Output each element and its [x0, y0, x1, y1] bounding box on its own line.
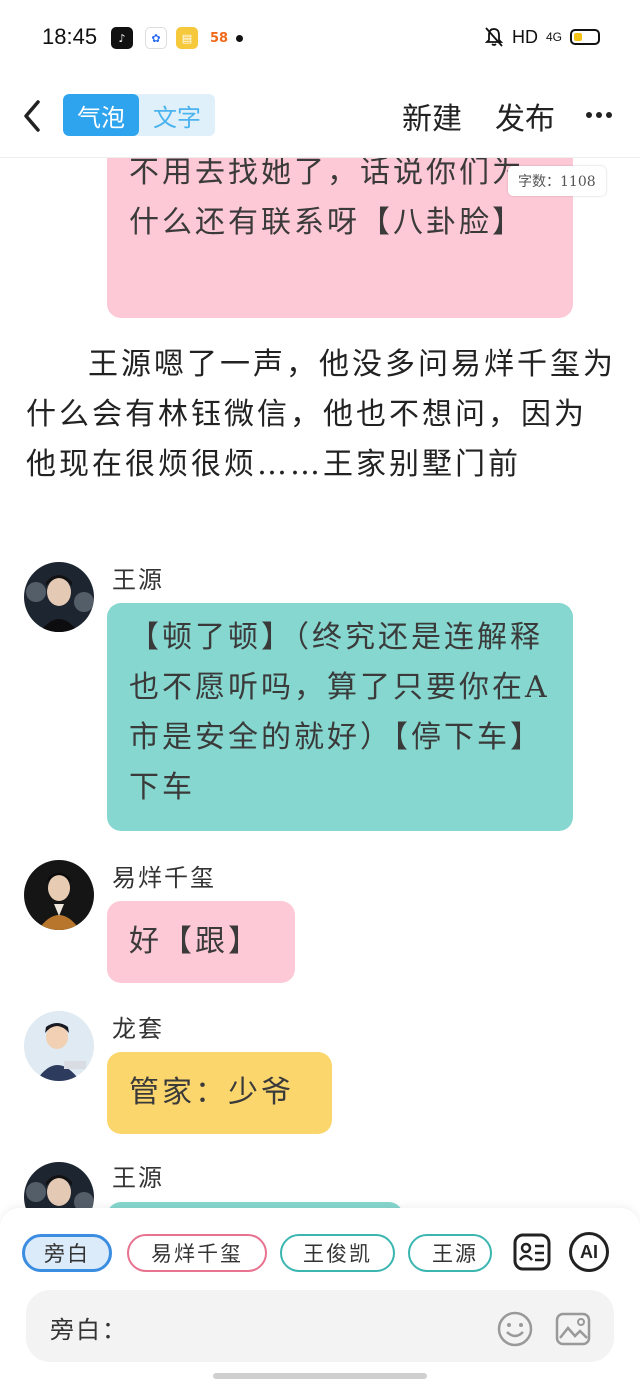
speaker-name: 王源 — [112, 566, 164, 594]
avatar-image — [24, 1011, 94, 1081]
image-icon[interactable] — [554, 1310, 592, 1348]
input-prefix: 旁白： — [50, 1316, 128, 1344]
message-text: 好【跟】 — [129, 924, 261, 959]
message-bubble-top[interactable]: 不用去找她了，话说你们为什么还有联系呀【八卦脸】 — [107, 158, 573, 318]
message-text: 不用去找她了，话说你们为什么还有联系呀【八卦脸】 — [129, 158, 525, 240]
message-text: 【顿了顿】（终究还是连解释也不愿听吗，算了只要你在A市是安全的就好）【停下车】下… — [129, 620, 550, 805]
avatar-wangyuan[interactable] — [24, 562, 94, 632]
character-chip-yiyangqianxi[interactable]: 易烊千玺 — [127, 1234, 267, 1272]
status-bar: 18:45 ♪ ✿ ▤ 58 HD 4G — [0, 0, 640, 78]
character-chip-narrator[interactable]: 旁白 — [22, 1234, 112, 1272]
network-label: HD — [511, 26, 538, 47]
notification-dot — [236, 35, 243, 42]
speaker-name: 易烊千玺 — [112, 864, 216, 892]
character-chip-wangyuan[interactable]: 王源 — [408, 1234, 492, 1272]
battery-icon — [570, 29, 600, 45]
status-right: HD 4G — [484, 26, 600, 48]
app-58-icon: 58 — [206, 27, 232, 49]
battery-level — [574, 33, 582, 41]
avatar-longtao[interactable] — [24, 1011, 94, 1081]
mode-bubble-tab[interactable]: 气泡 — [63, 94, 139, 136]
new-button[interactable]: 新建 — [402, 94, 462, 138]
narration-text[interactable]: 王源嗯了一声，他没多问易烊千玺为什么会有林钰微信，他也不想问，因为他现在很烦很烦… — [26, 340, 616, 490]
message-input[interactable] — [128, 1304, 488, 1348]
bell-muted-icon — [484, 27, 504, 47]
ai-label: AI — [580, 1241, 598, 1262]
avatar-image — [24, 1162, 94, 1208]
back-arrow-icon[interactable] — [18, 96, 48, 136]
avatar-yiyangqianxi[interactable] — [24, 860, 94, 930]
tiktok-icon: ♪ — [111, 27, 133, 49]
message-bubble[interactable]: 管家：少爷 — [107, 1052, 332, 1134]
avatar-image — [24, 860, 94, 930]
baidu-icon: ✿ — [145, 27, 167, 49]
avatar-wangyuan[interactable] — [24, 1162, 94, 1208]
composer-input-bar: 旁白： — [26, 1290, 614, 1362]
character-chip-wangjunkai[interactable]: 王俊凯 — [280, 1234, 395, 1272]
story-content[interactable]: 不用去找她了，话说你们为什么还有联系呀【八卦脸】 字数：1108 王源嗯了一声，… — [0, 158, 640, 1208]
speaker-name: 龙套 — [112, 1015, 164, 1043]
editor-header: 气泡 文字 新建 发布 — [0, 78, 640, 158]
character-card-icon[interactable] — [512, 1232, 552, 1272]
mode-toggle: 气泡 文字 — [63, 94, 215, 136]
notes-icon: ▤ — [176, 27, 198, 49]
more-icon[interactable] — [584, 100, 614, 130]
word-count-badge: 字数：1108 — [508, 166, 606, 196]
home-indicator — [213, 1373, 427, 1379]
emoji-icon[interactable] — [496, 1310, 534, 1348]
avatar-image — [24, 562, 94, 632]
status-time: 18:45 — [42, 24, 98, 49]
message-bubble[interactable]: 【顿了顿】（终究还是连解释也不愿听吗，算了只要你在A市是安全的就好）【停下车】下… — [107, 603, 573, 831]
speaker-name: 王源 — [112, 1164, 164, 1192]
composer-panel: 旁白 易烊千玺 王俊凯 王源 AI 旁白： — [0, 1208, 640, 1387]
message-text: 管家：少爷 — [129, 1075, 294, 1110]
ai-button[interactable]: AI — [569, 1232, 609, 1272]
publish-button[interactable]: 发布 — [495, 94, 555, 138]
message-bubble[interactable]: 好【跟】 — [107, 901, 295, 983]
mode-text-tab[interactable]: 文字 — [139, 94, 215, 136]
signal-icon: 4G — [545, 30, 562, 44]
